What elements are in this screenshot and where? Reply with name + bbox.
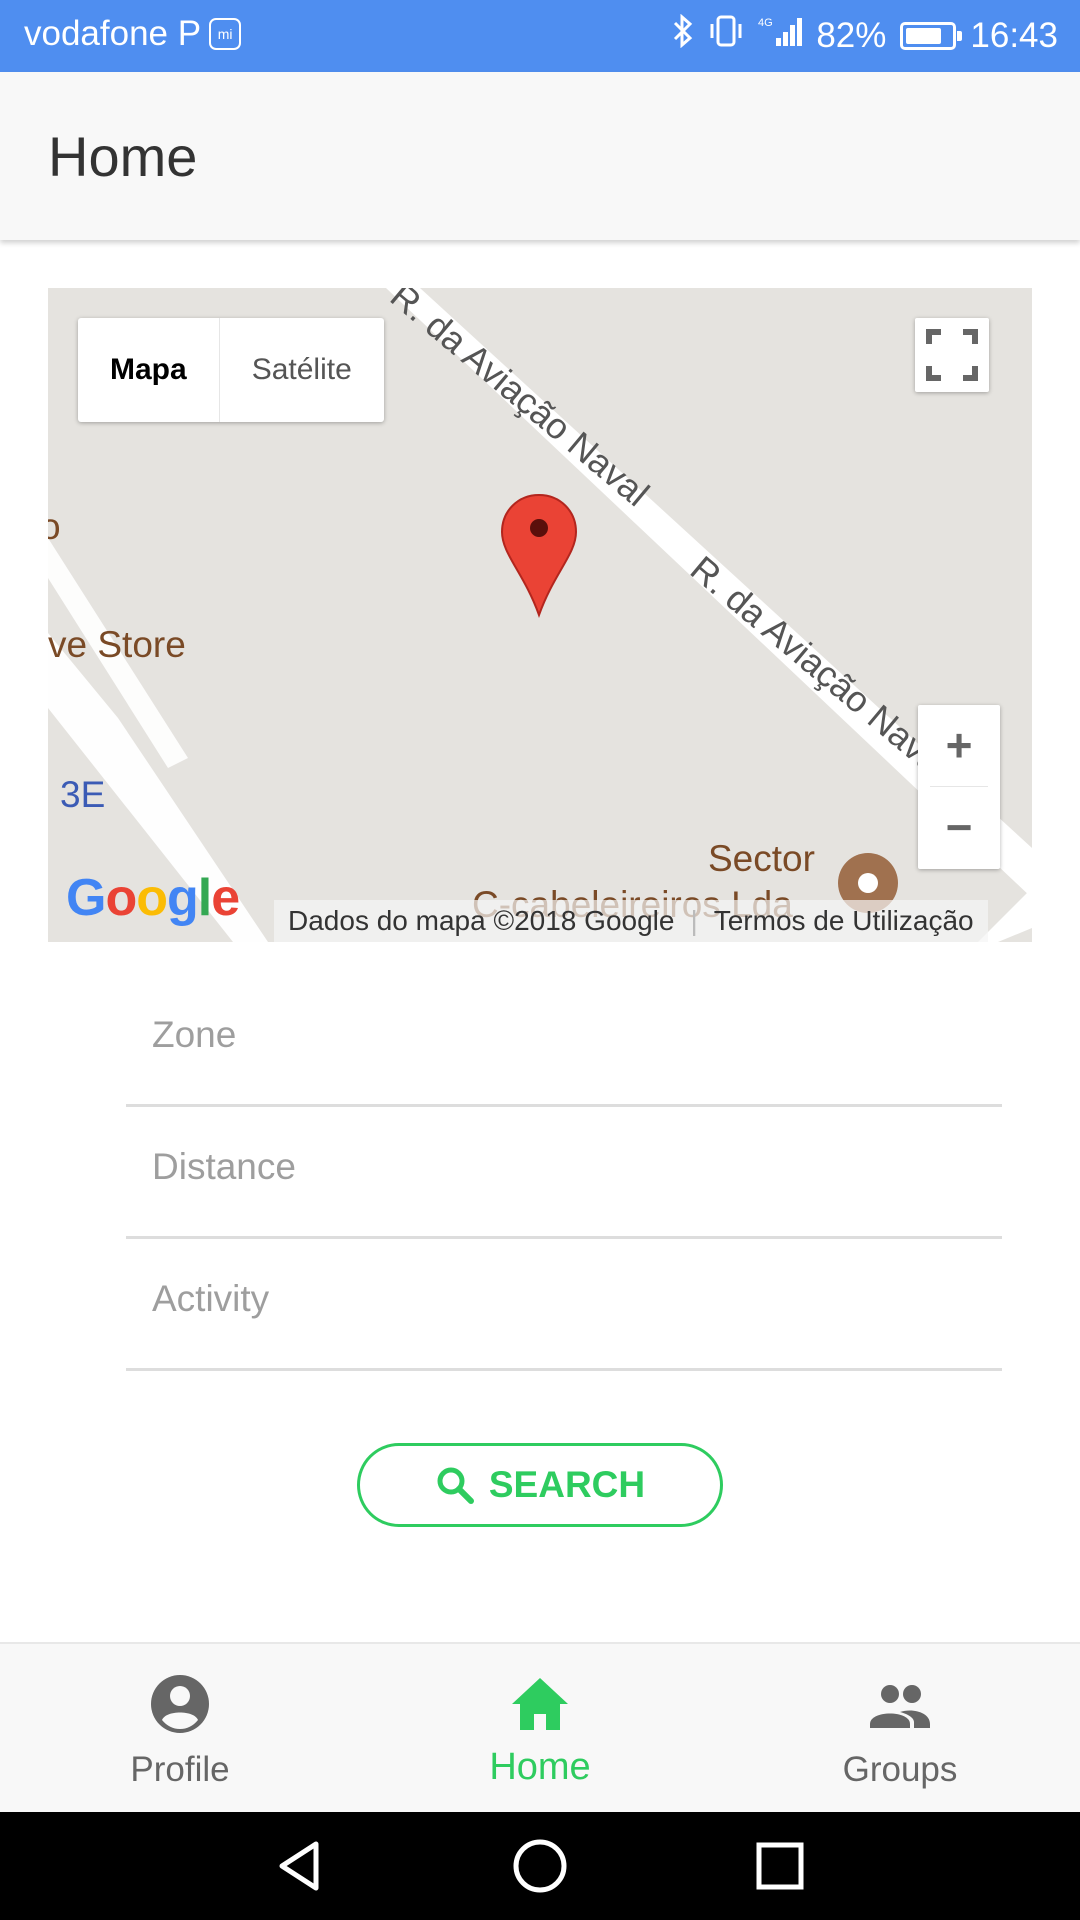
account-circle-icon <box>151 1675 209 1733</box>
zoom-in-button[interactable]: + <box>918 705 1000 787</box>
zone-field <box>126 972 1002 1107</box>
poi-label: Sector <box>708 838 815 879</box>
search-button-label: SEARCH <box>488 1464 646 1505</box>
page-title: Home <box>48 125 198 188</box>
back-icon[interactable] <box>270 1836 330 1896</box>
zoom-out-button[interactable]: − <box>918 787 1000 869</box>
nav-item-profile[interactable]: Profile <box>0 1644 360 1814</box>
poi-label: 3E <box>60 774 106 815</box>
activity-input[interactable] <box>150 1268 974 1330</box>
nav-label-home: Home <box>489 1746 591 1788</box>
app-bar: Home <box>0 72 1080 240</box>
vibrate-icon <box>708 14 744 57</box>
status-bar: vodafone P mi 4G 82% 16:43 <box>0 0 1080 72</box>
recents-icon[interactable] <box>750 1836 810 1896</box>
google-logo: Google <box>66 869 240 927</box>
street-label: R. da Aviação Naval <box>683 548 957 787</box>
poi-label: ve Store <box>48 624 186 665</box>
map-type-map-button[interactable]: Mapa <box>78 318 220 422</box>
clock: 16:43 <box>970 15 1058 55</box>
nav-label-profile: Profile <box>130 1750 230 1789</box>
home-icon <box>512 1678 568 1730</box>
map-view[interactable]: R. da Aviação Naval R. da Aviação Naval … <box>48 288 1032 942</box>
location-pin-icon[interactable] <box>500 493 578 618</box>
nav-item-home[interactable]: Home <box>360 1644 720 1814</box>
signal-icon: 4G <box>758 14 803 57</box>
bluetooth-icon <box>672 13 694 57</box>
search-button[interactable]: SEARCH <box>357 1443 723 1527</box>
zoom-control: + − <box>918 705 1000 869</box>
map-data-attribution: Dados do mapa ©2018 Google <box>288 905 675 936</box>
distance-field <box>126 1104 1002 1239</box>
distance-input[interactable] <box>150 1136 974 1198</box>
home-circle-icon[interactable] <box>510 1836 570 1896</box>
zone-input[interactable] <box>150 1004 974 1066</box>
nav-label-groups: Groups <box>842 1750 958 1789</box>
mi-icon: mi <box>209 18 242 50</box>
terms-link[interactable]: Termos de Utilização <box>714 900 974 942</box>
poi-label: o <box>48 506 61 547</box>
fullscreen-button[interactable] <box>915 318 989 392</box>
groups-icon <box>870 1685 930 1728</box>
fullscreen-icon <box>926 329 978 381</box>
map-type-control: Mapa Satélite <box>78 318 384 422</box>
carrier-name: vodafone P <box>24 14 202 53</box>
map-type-satellite-button[interactable]: Satélite <box>220 318 384 422</box>
activity-field <box>126 1236 1002 1371</box>
bottom-navigation: Profile Home Groups <box>0 1642 1080 1814</box>
nav-item-groups[interactable]: Groups <box>720 1644 1080 1814</box>
street-label: R. da Aviação Naval <box>383 288 657 514</box>
battery-percent: 82% <box>816 15 887 55</box>
map-attribution: Dados do mapa ©2018 Google | Termos de U… <box>274 900 988 942</box>
system-navigation-bar <box>0 1812 1080 1920</box>
search-icon <box>437 1467 474 1504</box>
battery-icon <box>900 21 963 50</box>
network-type: 4G <box>758 17 773 29</box>
